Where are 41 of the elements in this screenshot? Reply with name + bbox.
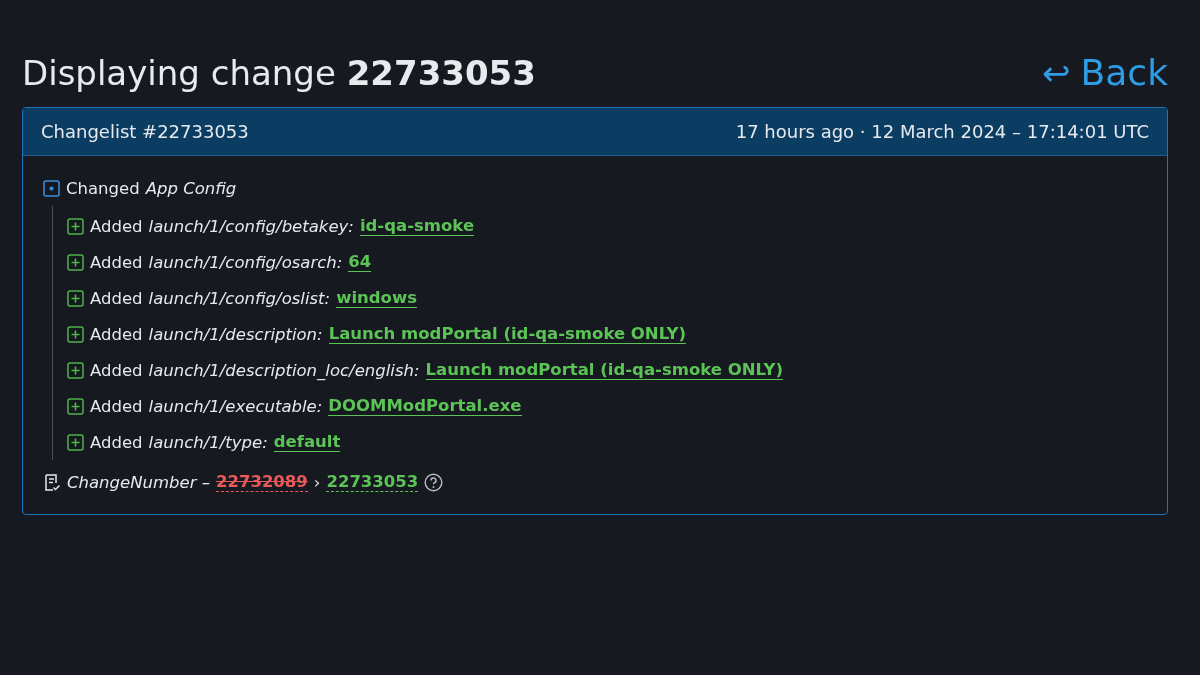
change-verb: Added bbox=[90, 432, 143, 452]
change-key: launch/1/description_loc/english: bbox=[148, 360, 420, 380]
new-change-number: 22733053 bbox=[326, 472, 419, 492]
changelist-title: Changelist #22733053 bbox=[41, 121, 249, 142]
dot-box-icon bbox=[43, 179, 60, 197]
change-key: launch/1/description: bbox=[148, 324, 323, 344]
change-verb: Changed bbox=[66, 178, 140, 198]
change-value: 64 bbox=[348, 252, 372, 272]
change-value: DOOMModPortal.exe bbox=[328, 396, 522, 416]
change-verb: Added bbox=[90, 360, 143, 380]
change-key: launch/1/config/osarch: bbox=[148, 252, 343, 272]
back-link[interactable]: ↩ Back bbox=[1042, 52, 1168, 93]
separator: › bbox=[313, 472, 321, 492]
help-icon[interactable] bbox=[424, 472, 444, 492]
change-key: launch/1/config/betakey: bbox=[148, 216, 354, 236]
plus-box-icon bbox=[67, 397, 84, 415]
change-key: launch/1/executable: bbox=[148, 396, 323, 416]
change-value: default bbox=[273, 432, 341, 452]
change-number-label: ChangeNumber – bbox=[67, 472, 210, 492]
change-verb: Added bbox=[90, 396, 143, 416]
change-value: Launch modPortal (id-qa-smoke ONLY) bbox=[425, 360, 783, 380]
receipt-check-icon bbox=[43, 472, 61, 492]
plus-box-icon bbox=[67, 217, 84, 235]
page-title: Displaying change 22733053 bbox=[22, 52, 536, 93]
plus-box-icon bbox=[67, 433, 84, 451]
plus-box-icon bbox=[67, 361, 84, 379]
change-value: Launch modPortal (id-qa-smoke ONLY) bbox=[328, 324, 687, 344]
change-verb: Added bbox=[90, 288, 143, 308]
change-target: App Config bbox=[145, 178, 237, 198]
change-value: windows bbox=[336, 288, 417, 308]
plus-box-icon bbox=[67, 289, 84, 307]
change-key: launch/1/config/oslist: bbox=[148, 288, 331, 308]
change-value: id-qa-smoke bbox=[359, 216, 475, 236]
plus-box-icon bbox=[67, 253, 84, 271]
change-key: launch/1/type: bbox=[148, 432, 268, 452]
change-verb: Added bbox=[90, 324, 143, 344]
change-verb: Added bbox=[90, 252, 143, 272]
change-verb: Added bbox=[90, 216, 143, 236]
plus-box-icon bbox=[67, 325, 84, 343]
old-change-number: 22732089 bbox=[215, 472, 308, 492]
timestamp: 17 hours ago · 12 March 2024 – 17:14:01 UTC bbox=[735, 121, 1149, 142]
